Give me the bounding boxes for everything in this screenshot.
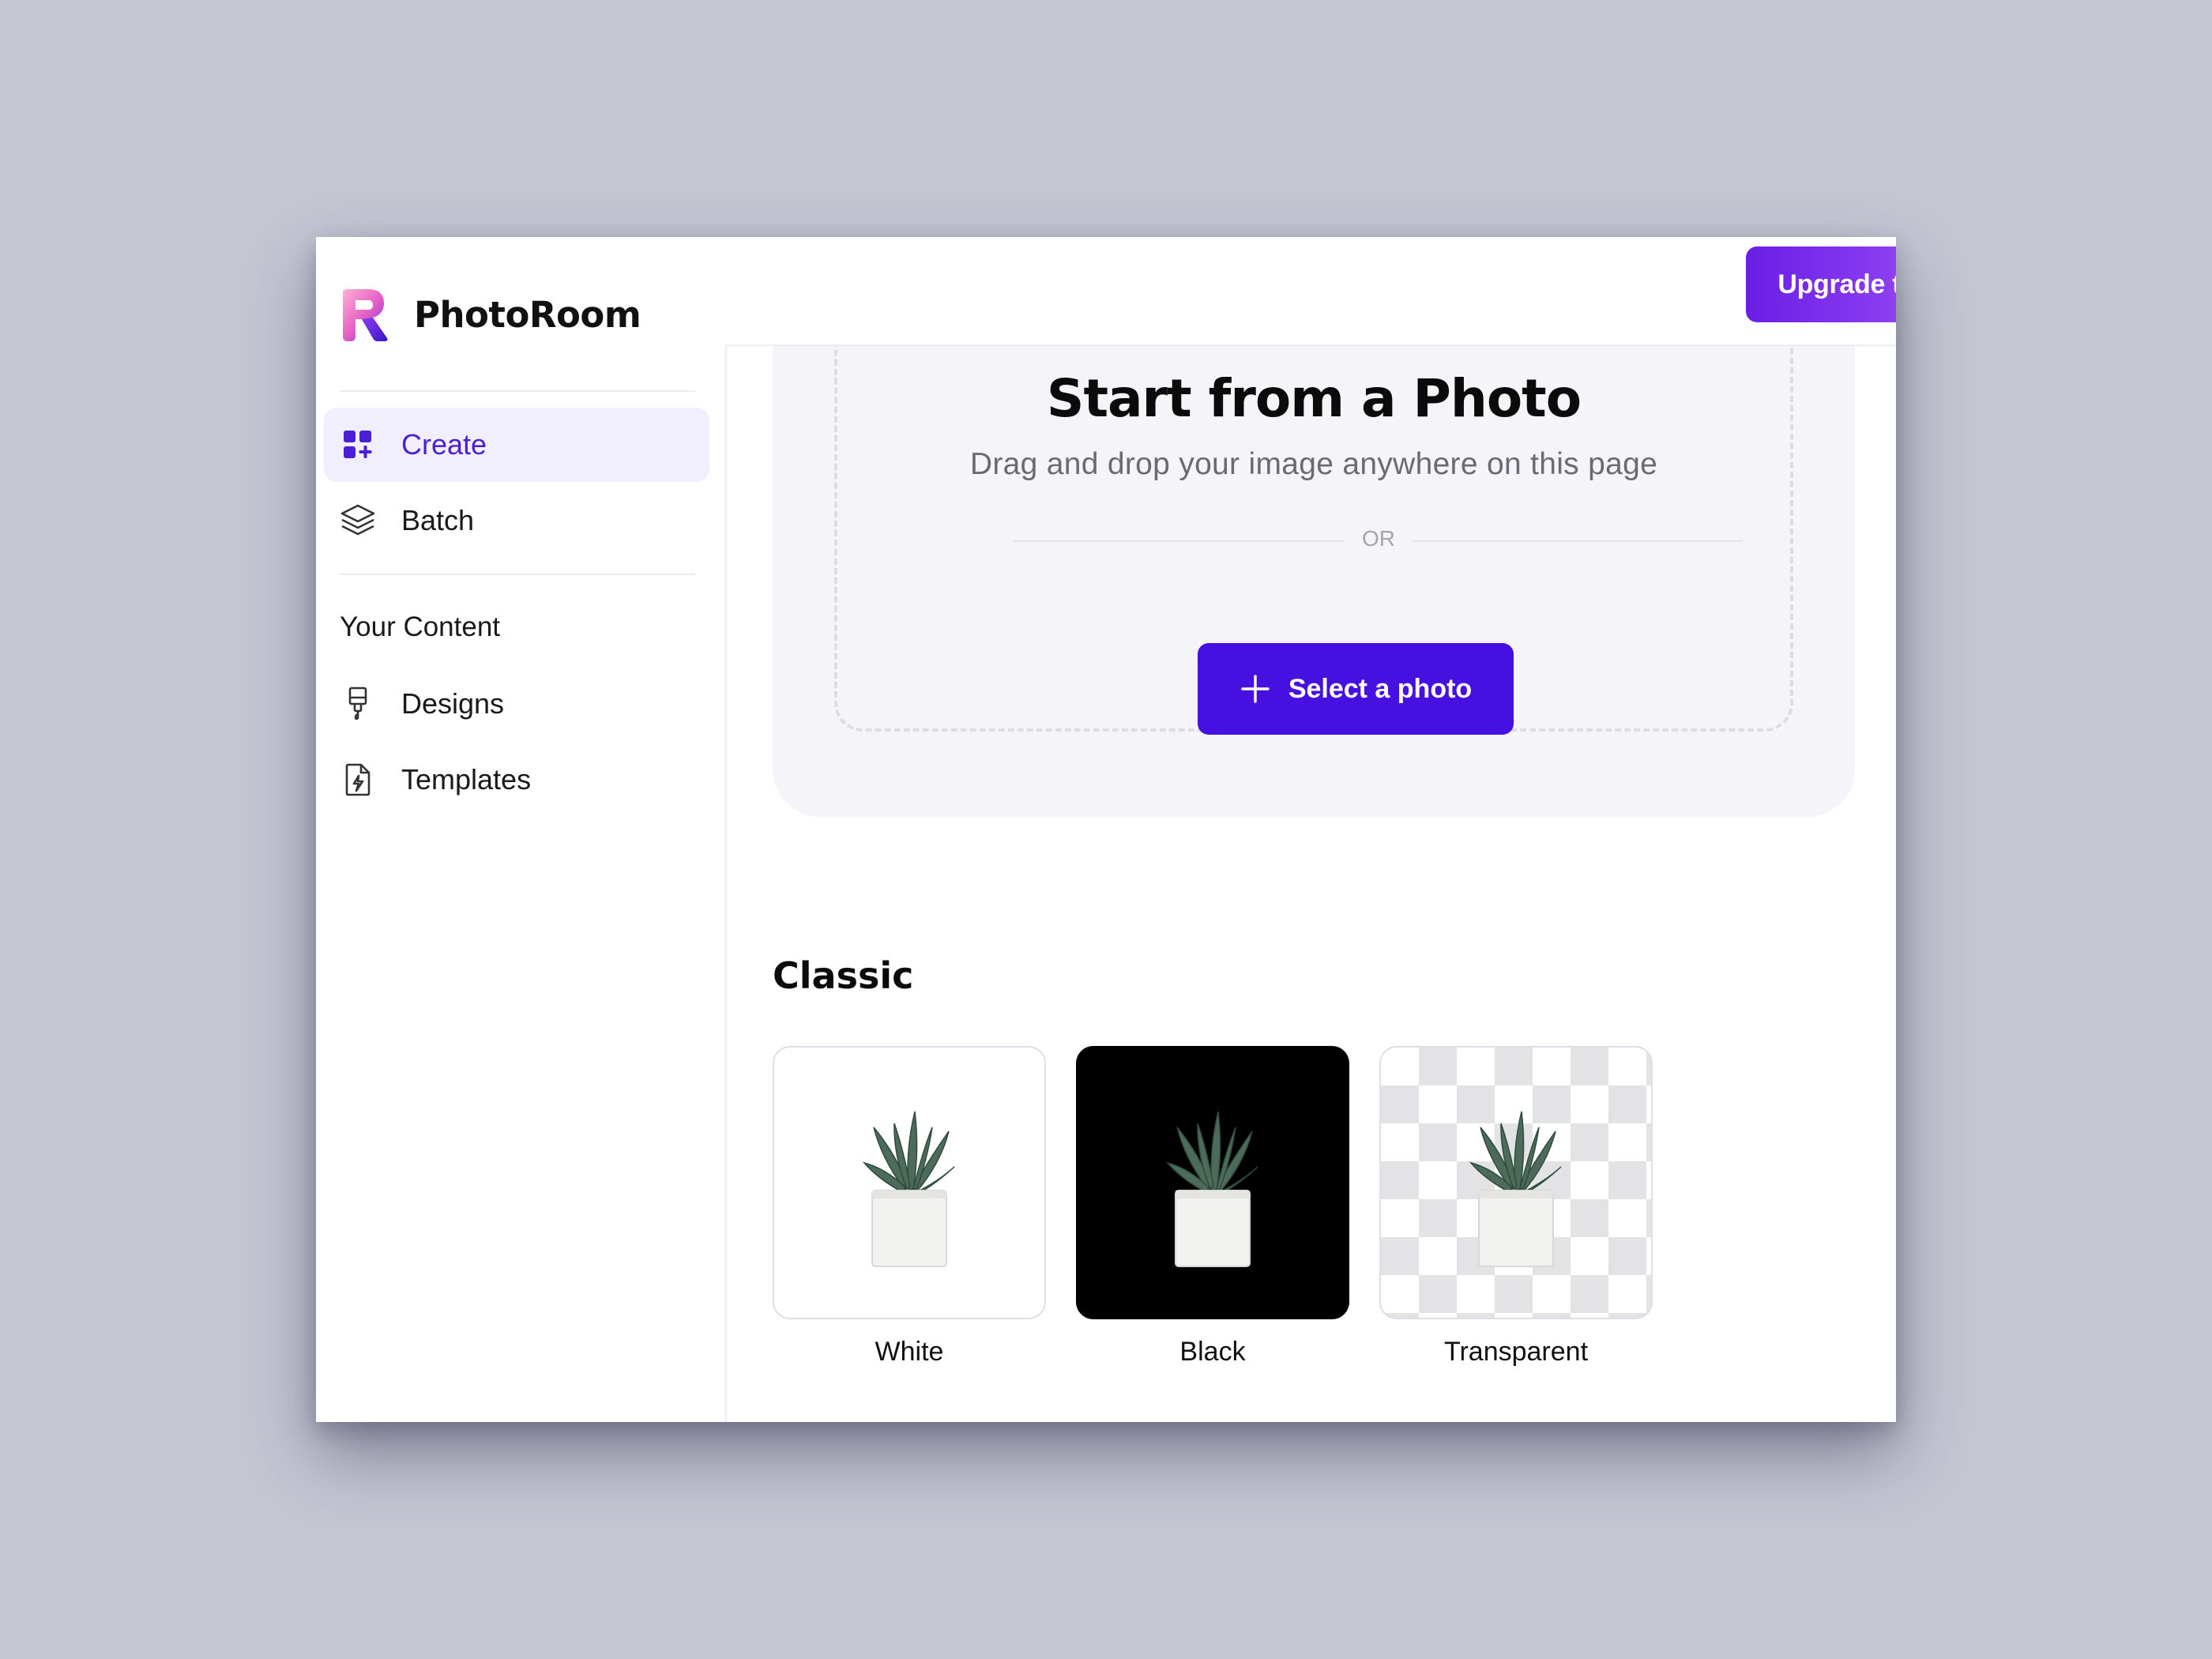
or-text: OR xyxy=(1362,526,1395,551)
app-window: PhotoRoom Create Batch Your Content Desi… xyxy=(316,237,1896,1422)
dropzone[interactable]: Start from a Photo Drag and drop your im… xyxy=(834,346,1793,735)
page-title: Start from a Photo xyxy=(1046,368,1582,429)
sidebar-item-templates[interactable]: Templates xyxy=(324,743,709,817)
sidebar-item-label: Templates xyxy=(401,763,532,796)
sidebar-item-label: Create xyxy=(401,428,487,461)
upgrade-to-pro-button[interactable]: Upgrade to Pro xyxy=(1746,246,1896,322)
select-photo-label: Select a photo xyxy=(1288,673,1473,704)
brand-name: PhotoRoom xyxy=(414,293,641,336)
template-thumbnail[interactable] xyxy=(1076,1046,1349,1319)
tile-label: Transparent xyxy=(1443,1337,1589,1367)
sidebar-item-batch[interactable]: Batch xyxy=(324,483,709,558)
sidebar-divider xyxy=(340,390,695,392)
grid-plus-icon xyxy=(340,427,376,463)
template-tile-white[interactable]: White xyxy=(773,1046,1046,1367)
paintbrush-icon xyxy=(340,686,376,722)
section-title-classic: Classic xyxy=(773,954,914,997)
template-thumbnail[interactable] xyxy=(1379,1046,1653,1319)
dropzone-hint: Drag and drop your image anywhere on thi… xyxy=(969,447,1658,481)
sidebar: PhotoRoom Create Batch Your Content Desi… xyxy=(316,237,727,1422)
photoroom-logo-icon xyxy=(343,289,388,341)
sidebar-divider xyxy=(340,574,695,575)
bolt-file-icon xyxy=(340,762,376,798)
upload-card: Start from a Photo Drag and drop your im… xyxy=(773,346,1855,817)
template-tile-transparent[interactable]: Transparent xyxy=(1379,1046,1653,1367)
tile-label: Black xyxy=(1179,1337,1246,1367)
sidebar-item-label: Designs xyxy=(401,687,505,720)
template-tile-black[interactable]: Black xyxy=(1076,1046,1349,1367)
sidebar-item-create[interactable]: Create xyxy=(324,408,709,482)
or-divider: OR xyxy=(1014,525,1743,556)
plant-image-icon xyxy=(1165,1111,1258,1267)
plant-image-icon xyxy=(1469,1111,1562,1267)
main-content: Start from a Photo Drag and drop your im… xyxy=(725,346,1896,1422)
plant-image-icon xyxy=(862,1111,955,1267)
template-thumbnail[interactable] xyxy=(773,1046,1046,1319)
or-line-right xyxy=(1413,540,1743,542)
sidebar-item-designs[interactable]: Designs xyxy=(324,667,709,741)
tile-label: White xyxy=(875,1337,944,1367)
plus-icon xyxy=(1240,673,1271,705)
section-title-your-content: Your Content xyxy=(340,611,501,642)
select-photo-button[interactable]: Select a photo xyxy=(1198,643,1514,735)
layers-icon xyxy=(340,502,376,539)
top-header: Upgrade to Pro S xyxy=(725,237,1896,346)
sidebar-item-label: Batch xyxy=(401,504,475,536)
brand[interactable]: PhotoRoom xyxy=(338,286,641,343)
